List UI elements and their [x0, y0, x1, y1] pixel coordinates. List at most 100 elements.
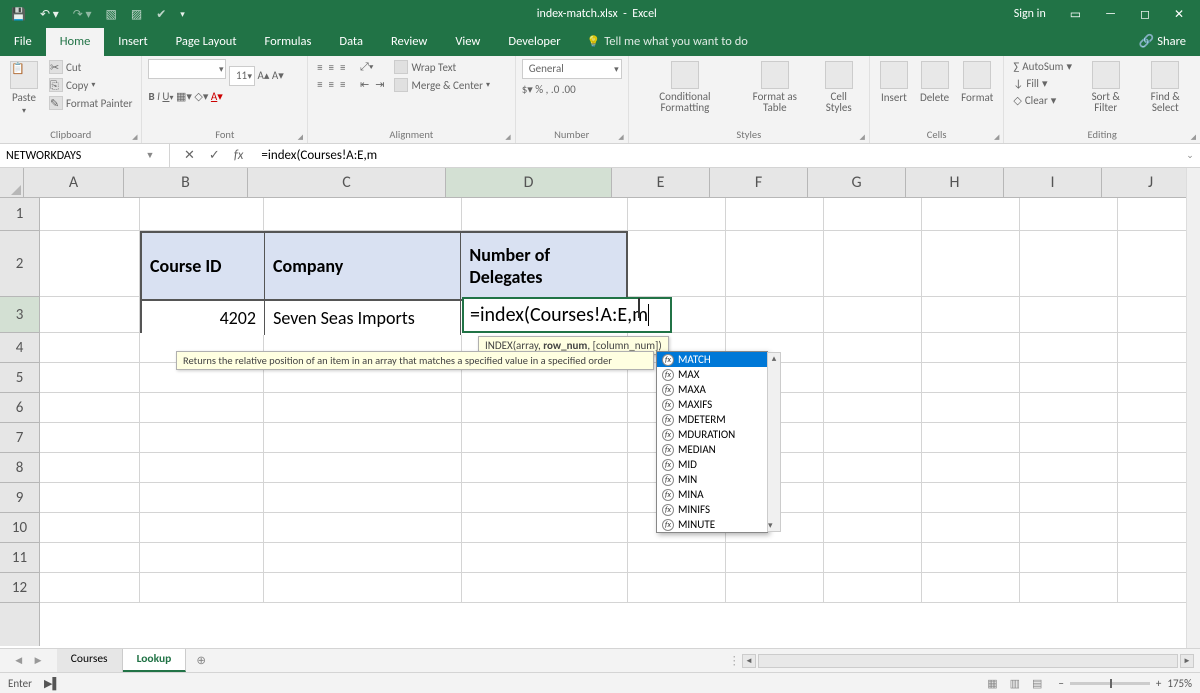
expand-formula-bar-icon[interactable]: ⌄ [1180, 150, 1200, 161]
cell[interactable] [40, 333, 140, 363]
tab-review[interactable]: Review [377, 28, 441, 56]
minimize-icon[interactable]: — [1095, 3, 1126, 25]
cell[interactable] [922, 423, 1020, 453]
qat-icon[interactable]: ✔ [151, 5, 171, 24]
cell[interactable] [922, 198, 1020, 231]
cell[interactable] [1020, 543, 1118, 573]
orientation-icon[interactable]: ⤢▾ [360, 60, 373, 74]
cell[interactable] [264, 393, 462, 423]
autocomplete-item[interactable]: fxMINUTE [657, 517, 767, 532]
qat-more-icon[interactable]: ▾ [175, 7, 190, 22]
cell[interactable] [922, 543, 1020, 573]
cell[interactable] [1020, 363, 1118, 393]
select-all-corner[interactable] [0, 168, 24, 197]
cell[interactable] [824, 231, 922, 297]
cell[interactable] [824, 393, 922, 423]
name-box[interactable]: ▼ [0, 144, 170, 167]
cut-button[interactable]: Cut [46, 59, 135, 75]
accounting-icon[interactable]: $▾ [522, 83, 533, 96]
cell[interactable] [140, 453, 264, 483]
row-header[interactable]: 5 [0, 363, 39, 393]
column-header[interactable]: C [248, 168, 446, 197]
border-button[interactable]: ▦▾ [176, 90, 192, 103]
column-header[interactable]: A [24, 168, 124, 197]
tab-view[interactable]: View [441, 28, 494, 56]
cell[interactable] [462, 483, 628, 513]
cell[interactable] [922, 363, 1020, 393]
close-icon[interactable]: ✕ [1164, 3, 1194, 26]
cell[interactable] [40, 231, 140, 297]
number-format-combo[interactable]: General [522, 59, 622, 79]
cell[interactable] [462, 198, 628, 231]
percent-icon[interactable]: % [535, 83, 543, 96]
autosum-button[interactable]: ∑ AutoSum ▾ [1010, 59, 1075, 74]
cell[interactable] [824, 363, 922, 393]
cell[interactable] [726, 543, 824, 573]
fill-button[interactable]: ↓ Fill ▾ [1010, 76, 1075, 91]
cell[interactable] [1020, 573, 1118, 603]
clear-button[interactable]: ◇ Clear ▾ [1010, 93, 1075, 108]
zoom-slider[interactable] [1070, 682, 1150, 685]
share-button[interactable]: 🔗 Share [1125, 28, 1200, 56]
qat-icon[interactable]: ▧ [101, 5, 122, 24]
indent-dec-icon[interactable]: ⇤ [360, 78, 369, 91]
cell[interactable] [462, 513, 628, 543]
cell[interactable] [922, 333, 1020, 363]
wrap-text-button[interactable]: Wrap Text [391, 59, 493, 75]
cell[interactable] [264, 483, 462, 513]
view-switcher[interactable]: ▦▥▤ [981, 677, 1048, 690]
autocomplete-item[interactable]: fxMAX [657, 367, 767, 382]
cell[interactable] [628, 231, 726, 297]
cell[interactable] [40, 513, 140, 543]
namebox-dropdown-icon[interactable]: ▼ [140, 150, 160, 161]
autocomplete-item[interactable]: fxMINIFS [657, 502, 767, 517]
column-header[interactable]: D [446, 168, 612, 197]
cell[interactable] [726, 297, 824, 333]
cell[interactable] [40, 393, 140, 423]
cell[interactable] [140, 483, 264, 513]
cell[interactable] [824, 513, 922, 543]
cell[interactable] [1020, 483, 1118, 513]
sort-filter-button[interactable]: Sort & Filter [1079, 59, 1133, 115]
autocomplete-item[interactable]: fxMDURATION [657, 427, 767, 442]
cell[interactable] [1020, 231, 1118, 297]
cell[interactable] [264, 573, 462, 603]
insert-cells-button[interactable]: Insert [876, 59, 912, 106]
cell[interactable] [824, 483, 922, 513]
cell[interactable] [824, 423, 922, 453]
redo-icon[interactable]: ↷ ▾ [68, 5, 97, 24]
cell[interactable] [462, 393, 628, 423]
zoom-control[interactable]: −+ 175% [1058, 677, 1192, 690]
cell[interactable] [726, 573, 824, 603]
format-as-table-button[interactable]: Format as Table [739, 59, 810, 115]
cell[interactable] [264, 453, 462, 483]
cell[interactable] [922, 573, 1020, 603]
dec-decimal-icon[interactable]: .00 [562, 83, 576, 96]
sheet-nav[interactable]: ◄► [0, 654, 57, 668]
increase-font-icon[interactable]: A▴ [257, 69, 269, 82]
italic-button[interactable]: I [157, 90, 160, 103]
row-header[interactable]: 7 [0, 423, 39, 453]
font-color-button[interactable]: A▾ [211, 90, 223, 103]
autocomplete-scrollbar[interactable]: ▴▾ [767, 352, 781, 532]
save-icon[interactable]: 💾 [6, 5, 31, 24]
undo-icon[interactable]: ↶ ▾ [35, 5, 64, 24]
column-header[interactable]: H [906, 168, 1004, 197]
cell[interactable] [824, 198, 922, 231]
formula-input[interactable] [257, 148, 1180, 163]
cell[interactable] [628, 543, 726, 573]
cell[interactable] [140, 543, 264, 573]
fill-color-button[interactable]: ◇▾ [194, 90, 208, 103]
font-name-combo[interactable] [148, 59, 226, 79]
row-header[interactable]: 8 [0, 453, 39, 483]
find-select-button[interactable]: Find & Select [1137, 59, 1194, 115]
cell[interactable] [140, 423, 264, 453]
cell[interactable] [1020, 393, 1118, 423]
new-sheet-button[interactable]: ⊕ [186, 650, 216, 671]
cell[interactable] [1020, 198, 1118, 231]
cell[interactable] [462, 453, 628, 483]
sheet-tab[interactable]: Lookup [123, 649, 187, 672]
cell[interactable] [1020, 297, 1118, 333]
copy-button[interactable]: Copy ▾ [46, 77, 135, 93]
cell[interactable] [264, 198, 462, 231]
